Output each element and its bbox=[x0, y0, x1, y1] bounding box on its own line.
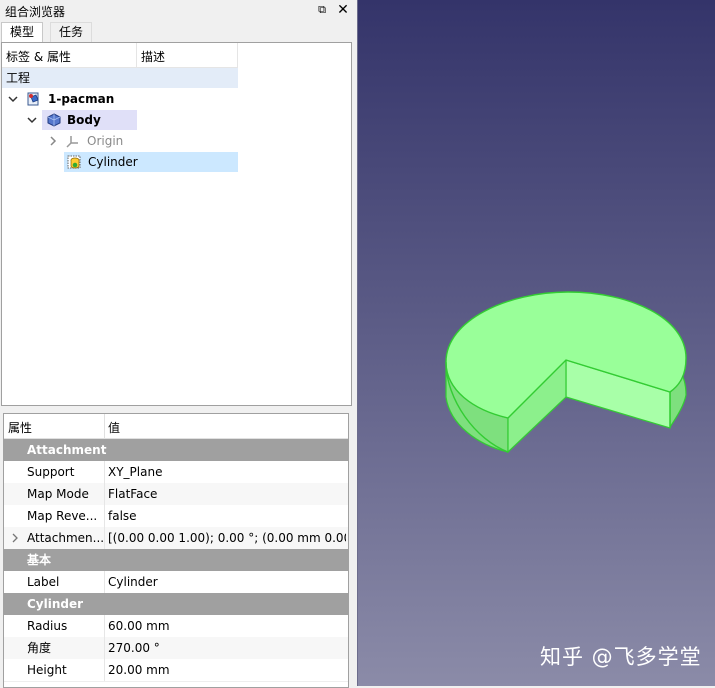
column-divider bbox=[104, 527, 105, 549]
column-divider bbox=[104, 637, 105, 659]
property-row-label[interactable]: Label Cylinder bbox=[4, 571, 348, 594]
tab-bar: 模型 任务 bbox=[0, 20, 357, 42]
property-row-radius[interactable]: Radius 60.00 mm bbox=[4, 615, 348, 638]
origin-axes-icon bbox=[66, 134, 80, 148]
property-group-attachment[interactable]: Attachment bbox=[4, 439, 348, 461]
close-icon[interactable]: ✕ bbox=[335, 2, 351, 18]
combo-view-panel: 组合浏览器 ⧉ ✕ 模型 任务 标签 & 属性 描述 工程 1-pacman B… bbox=[0, 0, 357, 688]
tree-header-divider bbox=[136, 43, 137, 67]
property-value[interactable]: 270.00 ° bbox=[108, 637, 346, 659]
group-label: 基本 bbox=[27, 553, 52, 567]
panel-title-bar: 组合浏览器 ⧉ ✕ bbox=[0, 0, 357, 20]
group-label: Cylinder bbox=[27, 597, 84, 611]
property-row-height[interactable]: Height 20.00 mm bbox=[4, 659, 348, 682]
property-header-value[interactable]: 值 bbox=[108, 419, 120, 436]
property-row-attachment-offset[interactable]: Attachmen... [(0.00 0.00 1.00); 0.00 °; … bbox=[4, 527, 348, 550]
column-divider bbox=[104, 483, 105, 505]
tree-header-label[interactable]: 标签 & 属性 bbox=[6, 48, 71, 65]
tab-model[interactable]: 模型 bbox=[1, 22, 44, 42]
property-value[interactable]: 20.00 mm bbox=[108, 659, 346, 681]
tree-header: 标签 & 属性 描述 bbox=[2, 43, 238, 68]
column-divider bbox=[104, 615, 105, 637]
property-editor: 属性 值 Attachment Support XY_Plane Map Mod… bbox=[3, 413, 349, 688]
cylinder-icon bbox=[67, 155, 81, 169]
property-name: Support bbox=[27, 465, 75, 479]
column-divider bbox=[104, 461, 105, 483]
column-divider bbox=[104, 571, 105, 593]
property-value[interactable]: FlatFace bbox=[108, 483, 346, 505]
tree-item-label: 1-pacman bbox=[48, 92, 115, 106]
tree-item-label: Cylinder bbox=[88, 155, 138, 169]
chevron-right-icon[interactable] bbox=[48, 131, 58, 158]
property-name: Map Reve... bbox=[27, 509, 98, 523]
body-icon bbox=[47, 113, 61, 127]
property-value[interactable]: XY_Plane bbox=[108, 461, 346, 483]
tree-header-description[interactable]: 描述 bbox=[141, 48, 165, 65]
float-icon[interactable]: ⧉ bbox=[314, 2, 330, 18]
property-value[interactable]: [(0.00 0.00 1.00); 0.00 °; (0.00 mm 0.00… bbox=[108, 527, 346, 549]
model-tree: 标签 & 属性 描述 工程 1-pacman Body Origin Cylin… bbox=[1, 42, 352, 406]
property-value[interactable]: 60.00 mm bbox=[108, 615, 346, 637]
group-label: Attachment bbox=[27, 443, 107, 457]
property-name: Label bbox=[27, 575, 60, 589]
property-value[interactable]: Cylinder bbox=[108, 571, 346, 593]
pacman-cylinder-model[interactable] bbox=[358, 0, 715, 686]
property-header-name[interactable]: 属性 bbox=[8, 419, 32, 436]
property-group-cylinder[interactable]: Cylinder bbox=[4, 593, 348, 615]
tree-header-divider bbox=[237, 43, 238, 67]
column-divider bbox=[104, 659, 105, 681]
watermark: 知乎 @飞多学堂 bbox=[540, 645, 702, 669]
column-divider bbox=[104, 505, 105, 527]
property-header: 属性 值 bbox=[4, 414, 348, 439]
property-group-base[interactable]: 基本 bbox=[4, 549, 348, 571]
tree-item-body[interactable]: Body bbox=[2, 110, 238, 130]
property-row-map-mode[interactable]: Map Mode FlatFace bbox=[4, 483, 348, 506]
property-value[interactable]: false bbox=[108, 505, 346, 527]
property-row-support[interactable]: Support XY_Plane bbox=[4, 461, 348, 484]
tree-item-project[interactable]: 工程 bbox=[2, 68, 238, 88]
property-row-angle[interactable]: 角度 270.00 ° bbox=[4, 637, 348, 660]
tree-item-label: Body bbox=[67, 113, 101, 127]
property-name: Map Mode bbox=[27, 487, 89, 501]
property-name: 角度 bbox=[27, 641, 52, 655]
property-name: Attachmen... bbox=[27, 531, 103, 545]
tree-item-cylinder[interactable]: Cylinder bbox=[64, 152, 238, 172]
property-name: Height bbox=[27, 663, 67, 677]
panel-title: 组合浏览器 bbox=[5, 5, 66, 19]
tab-task[interactable]: 任务 bbox=[50, 22, 93, 42]
tree-item-label: Origin bbox=[87, 134, 124, 148]
3d-view[interactable]: 知乎 @飞多学堂 bbox=[358, 0, 715, 686]
property-header-divider bbox=[104, 414, 105, 438]
tree-item-pacman[interactable]: 1-pacman bbox=[2, 89, 238, 109]
document-icon bbox=[27, 92, 41, 106]
tree-item-label: 工程 bbox=[6, 71, 31, 85]
property-name: Radius bbox=[27, 619, 68, 633]
tree-item-origin[interactable]: Origin bbox=[2, 131, 238, 151]
property-row-map-reversed[interactable]: Map Reve... false bbox=[4, 505, 348, 528]
